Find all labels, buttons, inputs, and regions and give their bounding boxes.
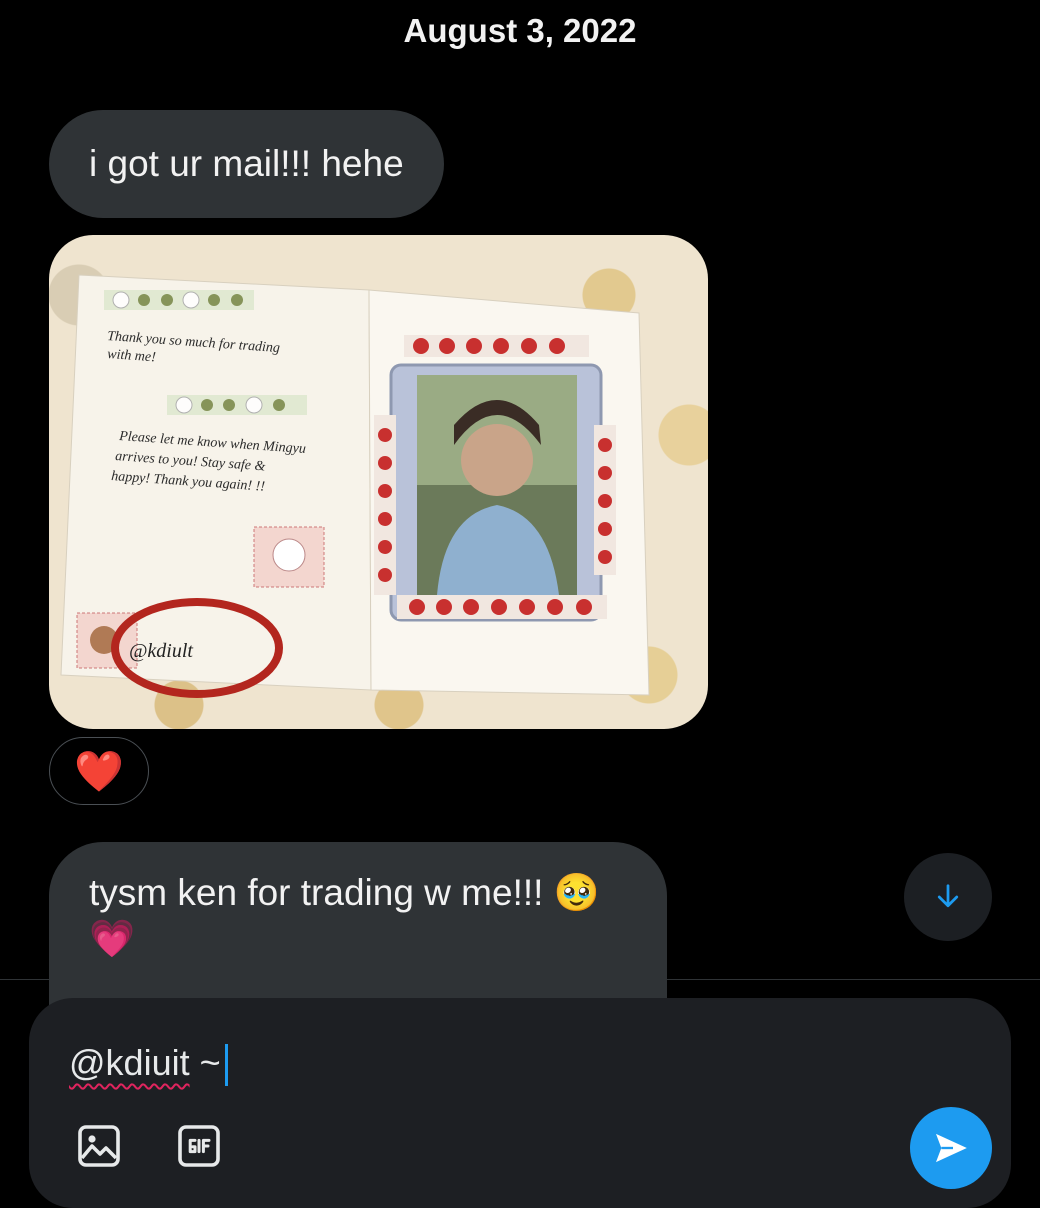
date-header: August 3, 2022 <box>403 12 637 49</box>
draft-mention: @kdiuit <box>69 1042 190 1083</box>
image-icon <box>78 1125 120 1167</box>
washi-tape <box>104 290 254 310</box>
send-button[interactable] <box>910 1107 992 1189</box>
send-icon <box>936 1133 967 1163</box>
heart-reaction[interactable]: ❤️ <box>49 737 149 805</box>
message-text: i got ur mail!!! hehe <box>89 143 404 184</box>
person-face <box>461 424 533 496</box>
message-bubble[interactable]: tysm ken for trading w me!!! 🥹 💗 <box>49 842 667 1020</box>
add-image-button[interactable] <box>73 1120 125 1172</box>
add-gif-button[interactable] <box>173 1120 225 1172</box>
draft-suffix: ~ <box>189 1042 221 1083</box>
photo-illustration: Thank you so much for trading with me! P… <box>60 274 650 698</box>
message-bubble[interactable]: i got ur mail!!! hehe <box>49 110 444 218</box>
message-text: tysm ken for trading w me!!! 🥹 <box>89 872 600 913</box>
text-caret <box>224 1044 228 1087</box>
washi-tape <box>167 395 307 415</box>
arrow-down-icon <box>937 884 959 908</box>
heart-emoji: ❤️ <box>74 749 124 794</box>
message-image[interactable]: Thank you so much for trading with me! P… <box>49 235 708 729</box>
scroll-to-bottom-button[interactable] <box>904 853 992 941</box>
card-handle: @kdiult <box>129 640 193 662</box>
message-composer: @kdiuit ~ <box>29 998 1011 1208</box>
message-text: 💗 <box>89 918 136 959</box>
message-input[interactable]: @kdiuit ~ <box>69 1040 228 1087</box>
gif-icon <box>178 1125 220 1167</box>
composer-divider <box>0 979 1040 980</box>
